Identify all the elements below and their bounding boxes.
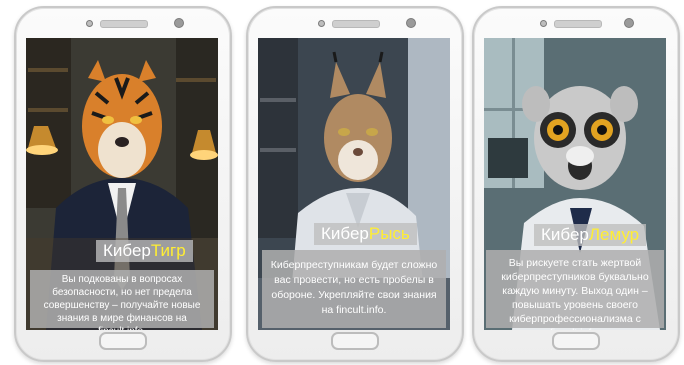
speaker-grille: [332, 20, 380, 28]
front-camera: [624, 18, 634, 28]
phone-screen-lynx: КиберРысь Киберпреступникам будет сложно…: [258, 38, 450, 330]
phone-screen-lemur: КиберЛемур Вы рискуете стать жертвой киб…: [484, 38, 666, 330]
card-title: КиберЛемур: [534, 224, 647, 246]
sensor-dot: [86, 20, 93, 27]
speaker-grille: [554, 20, 602, 28]
title-accent: Лемур: [588, 225, 640, 244]
phone-frame-lynx: КиберРысь Киберпреступникам будет сложно…: [246, 6, 464, 362]
phone-frame-lemur: КиберЛемур Вы рискуете стать жертвой киб…: [472, 6, 680, 362]
title-prefix: Кибер: [321, 224, 369, 243]
title-accent: Рысь: [368, 224, 410, 243]
card-caption: Вы подкованы в вопросах безопасности, но…: [30, 270, 214, 330]
front-camera: [406, 18, 416, 28]
sensor-dot: [540, 20, 547, 27]
speaker-grille: [100, 20, 148, 28]
home-button[interactable]: [331, 332, 379, 350]
front-camera: [174, 18, 184, 28]
title-accent: Тигр: [150, 241, 186, 260]
sensor-dot: [318, 20, 325, 27]
card-title: КиберРысь: [314, 223, 417, 245]
phone-frame-tiger: КиберТигр Вы подкованы в вопросах безопа…: [14, 6, 232, 362]
phone-screen-tiger: КиберТигр Вы подкованы в вопросах безопа…: [26, 38, 218, 330]
title-prefix: Кибер: [103, 241, 151, 260]
home-button[interactable]: [552, 332, 600, 350]
card-caption: Вы рискуете стать жертвой киберпреступни…: [486, 250, 664, 330]
card-caption: Киберпреступникам будет сложно вас прове…: [262, 250, 446, 328]
home-button[interactable]: [99, 332, 147, 350]
card-title: КиберТигр: [96, 240, 193, 262]
title-prefix: Кибер: [541, 225, 589, 244]
